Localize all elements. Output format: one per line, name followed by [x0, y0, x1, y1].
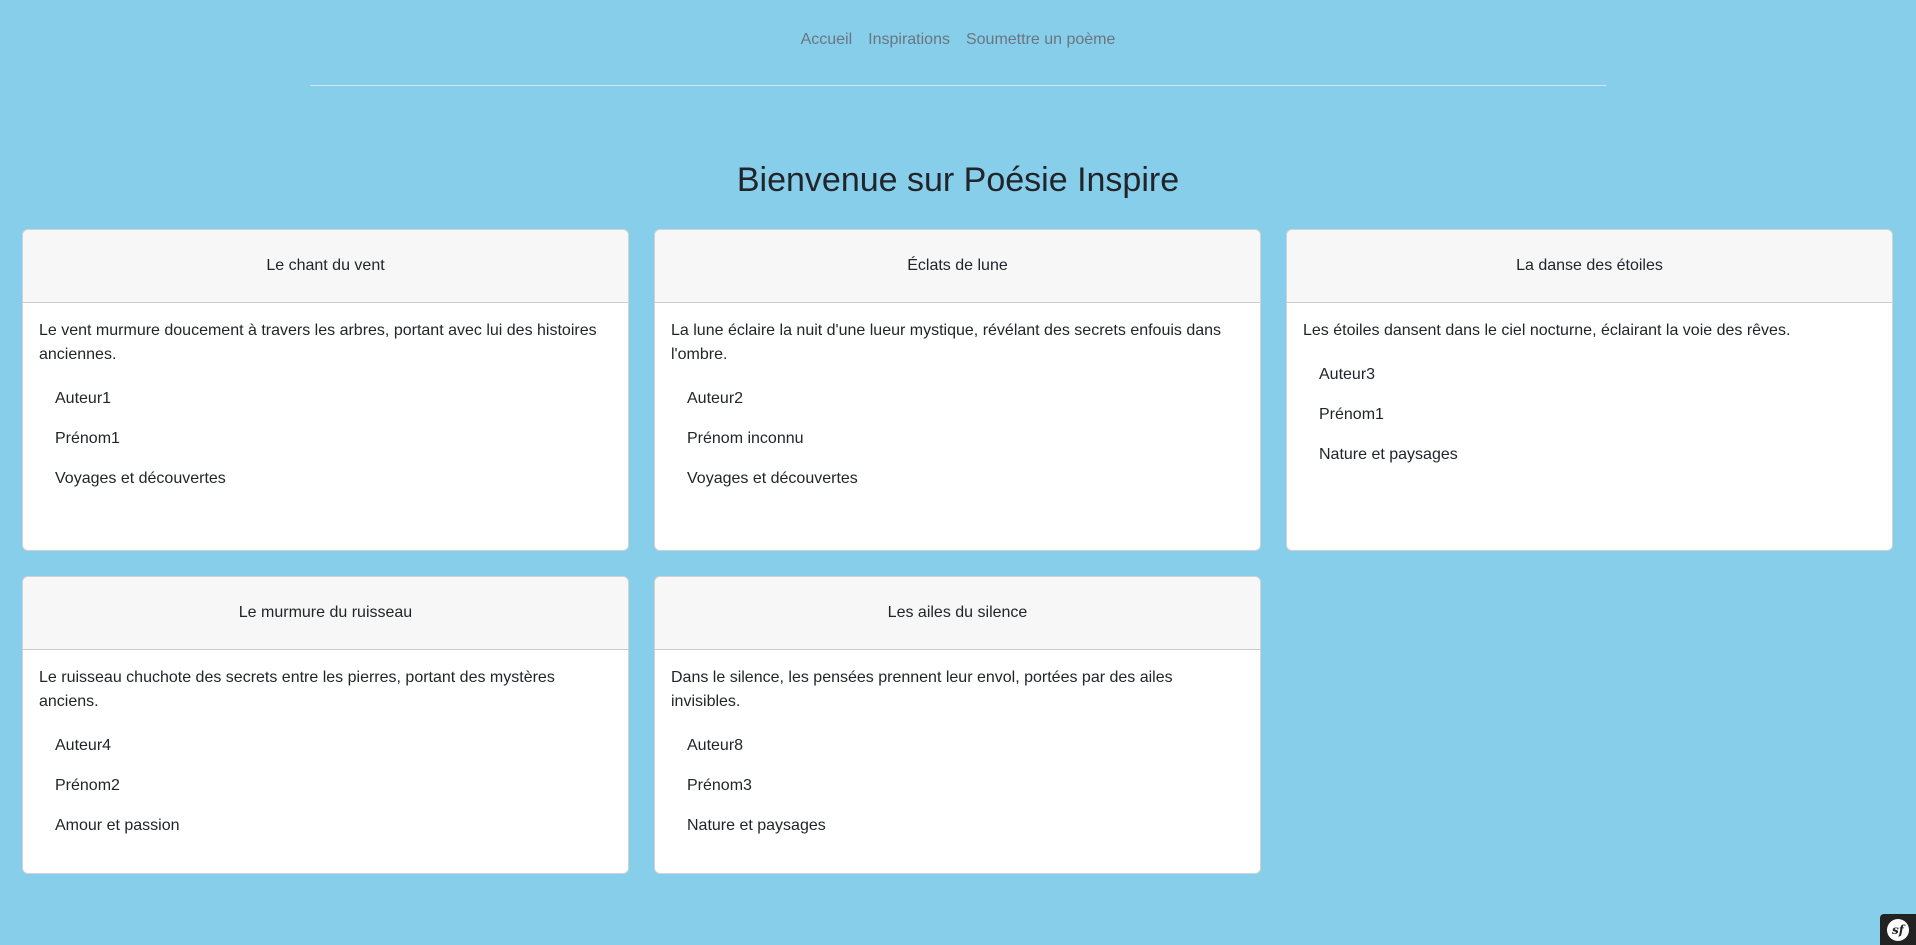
poem-card-title: Le chant du vent: [23, 230, 628, 303]
poem-meta-list: Auteur3 Prénom1 Nature et paysages: [1303, 359, 1876, 471]
poem-firstname: Prénom1: [1319, 406, 1384, 423]
nav-link-soumettre[interactable]: Soumettre un poème: [966, 28, 1115, 52]
poem-card: Le chant du vent Le vent murmure douceme…: [22, 229, 629, 551]
poem-author: Auteur8: [687, 737, 744, 754]
poem-card-title: Le murmure du ruisseau: [23, 577, 628, 650]
poem-card: Les ailes du silence Dans le silence, le…: [654, 576, 1261, 874]
poem-card-title: Éclats de lune: [655, 230, 1260, 303]
symfony-icon: sf: [1887, 918, 1909, 941]
poem-firstname: Prénom1: [55, 430, 120, 447]
poem-excerpt: Le vent murmure doucement à travers les …: [39, 322, 597, 363]
poem-excerpt: La lune éclaire la nuit d'une lueur myst…: [671, 322, 1222, 363]
poem-card-body: Dans le silence, les pensées prennent le…: [655, 650, 1260, 842]
poem-author: Auteur4: [55, 737, 112, 754]
poem-firstname: Prénom3: [687, 777, 752, 794]
poem-excerpt: Les étoiles dansent dans le ciel nocturn…: [1303, 322, 1791, 339]
poem-card-title: La danse des étoiles: [1287, 230, 1892, 303]
nav-link-accueil[interactable]: Accueil: [801, 28, 853, 52]
poem-card: Le murmure du ruisseau Le ruisseau chuch…: [22, 576, 629, 874]
poem-card-title: Les ailes du silence: [655, 577, 1260, 650]
poem-category: Nature et paysages: [1319, 446, 1458, 463]
poem-excerpt: Dans le silence, les pensées prennent le…: [671, 669, 1173, 710]
poem-firstname: Prénom inconnu: [687, 430, 804, 447]
poem-meta-list: Auteur8 Prénom3 Nature et paysages: [671, 730, 1244, 842]
poem-category: Amour et passion: [55, 817, 180, 834]
nav-link-inspirations[interactable]: Inspirations: [868, 28, 950, 52]
poem-category: Voyages et découvertes: [55, 470, 226, 487]
poem-meta-list: Auteur1 Prénom1 Voyages et découvertes: [39, 383, 612, 495]
poem-author: Auteur3: [1319, 366, 1376, 383]
poem-card-body: La lune éclaire la nuit d'une lueur myst…: [655, 303, 1260, 495]
poem-category: Nature et paysages: [687, 817, 826, 834]
poem-card-body: Les étoiles dansent dans le ciel nocturn…: [1287, 303, 1892, 471]
poem-card-body: Le vent murmure doucement à travers les …: [23, 303, 628, 495]
poem-meta-list: Auteur2 Prénom inconnu Voyages et découv…: [671, 383, 1244, 495]
poem-author: Auteur1: [55, 390, 112, 407]
poem-card: Éclats de lune La lune éclaire la nuit d…: [654, 229, 1261, 551]
poem-excerpt: Le ruisseau chuchote des secrets entre l…: [39, 669, 555, 710]
poem-card: La danse des étoiles Les étoiles dansent…: [1286, 229, 1893, 551]
nav-divider: [310, 85, 1606, 86]
main-nav: Accueil Inspirations Soumettre un poème: [0, 28, 1916, 52]
symfony-toolbar-toggle[interactable]: sf: [1880, 914, 1916, 945]
poem-author: Auteur2: [687, 390, 744, 407]
poem-grid: Le chant du vent Le vent murmure douceme…: [22, 229, 1894, 874]
poem-firstname: Prénom2: [55, 777, 120, 794]
poem-card-body: Le ruisseau chuchote des secrets entre l…: [23, 650, 628, 842]
page-title: Bienvenue sur Poésie Inspire: [736, 161, 1180, 199]
poem-category: Voyages et découvertes: [687, 470, 858, 487]
poem-meta-list: Auteur4 Prénom2 Amour et passion: [39, 730, 612, 842]
